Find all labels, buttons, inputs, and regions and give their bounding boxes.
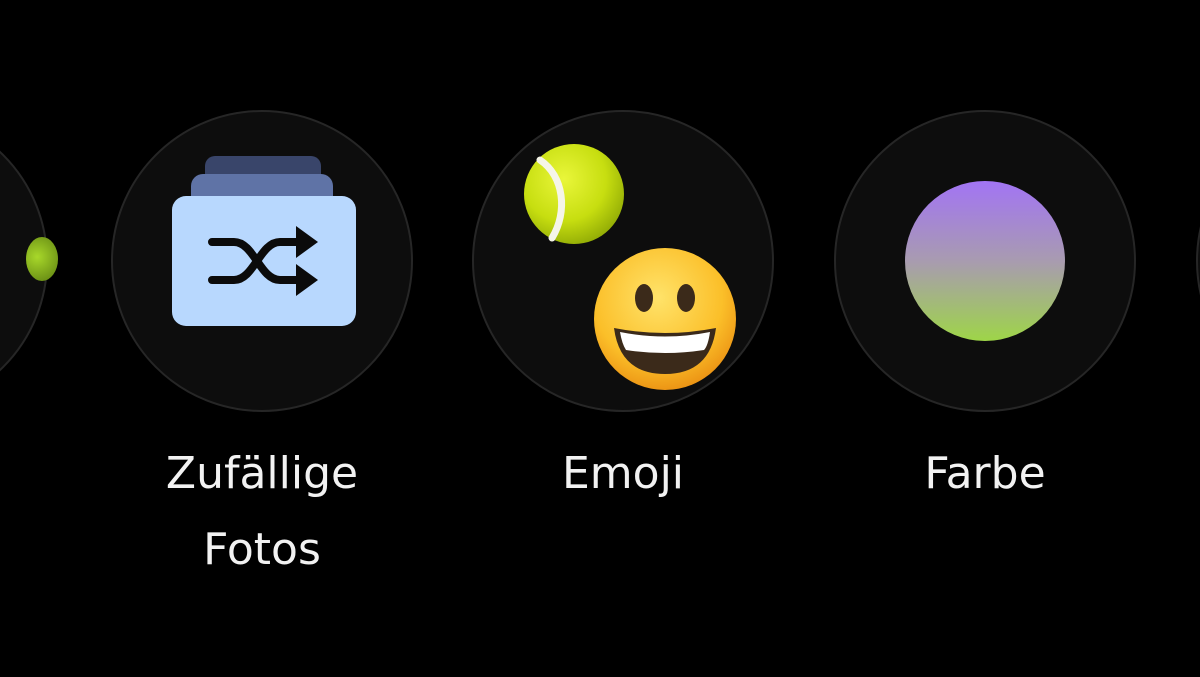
option-partial-left-circle[interactable] xyxy=(0,110,58,412)
tennis-ball-icon xyxy=(524,144,624,244)
color-button[interactable] xyxy=(834,110,1136,412)
random-photos-label: Zufällige Fotos xyxy=(165,448,359,575)
option-color[interactable]: Farbe xyxy=(834,110,1136,499)
emoji-button[interactable] xyxy=(472,110,774,412)
style-picker: Zufällige Fotos Emoji Farbe xyxy=(0,0,1200,677)
option-emoji[interactable]: Emoji xyxy=(472,110,774,499)
random-photos-button[interactable] xyxy=(111,110,413,412)
option-partial-right-circle[interactable] xyxy=(1196,110,1200,412)
emoji-label: Emoji xyxy=(561,448,685,499)
option-partial-left[interactable] xyxy=(0,110,58,412)
option-random-photos[interactable]: Zufällige Fotos xyxy=(111,110,413,575)
option-partial-right[interactable] xyxy=(1196,110,1200,412)
photo-folder-icon xyxy=(172,196,356,326)
color-gradient-swatch xyxy=(905,181,1065,341)
partial-preview-icon xyxy=(26,237,58,281)
shuffle-icon xyxy=(208,226,318,296)
grinning-face-icon xyxy=(594,248,736,390)
color-label: Farbe xyxy=(924,448,1046,499)
